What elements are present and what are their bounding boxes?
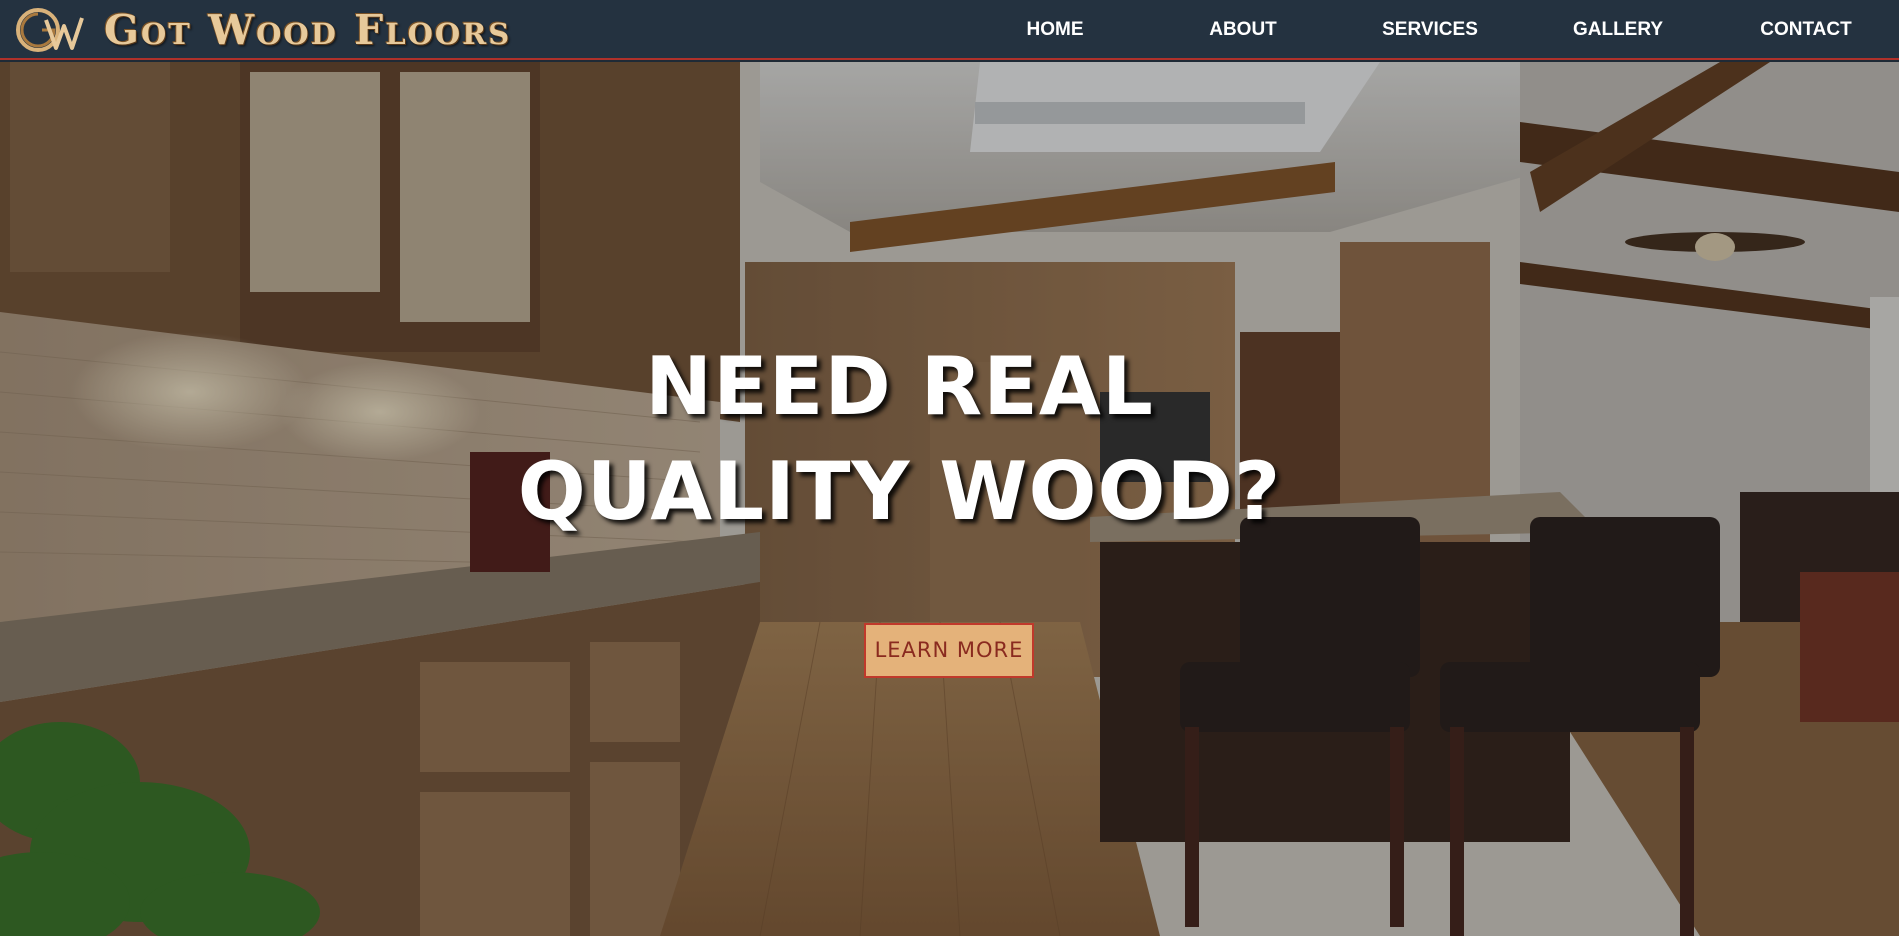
brand-name[interactable]: Got Wood Floors — [104, 6, 511, 54]
nav-gallery-link[interactable]: GALLERY — [1573, 19, 1663, 41]
learn-more-button[interactable]: LEARN MORE — [864, 623, 1034, 678]
hero-title-line1: NEED REAL — [645, 340, 1154, 433]
navbar: Got Wood Floors HOME ABOUT SERVICES GALL… — [0, 0, 1899, 60]
nav-home-link[interactable]: HOME — [1027, 19, 1084, 41]
hero-title-line2: QUALITY WOOD? — [517, 445, 1282, 538]
nav-contact-link[interactable]: CONTACT — [1760, 19, 1851, 41]
page: Got Wood Floors HOME ABOUT SERVICES GALL… — [0, 0, 1899, 936]
hero: NEED REAL QUALITY WOOD? LEARN MORE — [0, 62, 1899, 936]
gw-monogram-logo[interactable] — [12, 4, 86, 56]
nav-about-link[interactable]: ABOUT — [1209, 19, 1277, 41]
nav-services-link[interactable]: SERVICES — [1382, 19, 1478, 41]
